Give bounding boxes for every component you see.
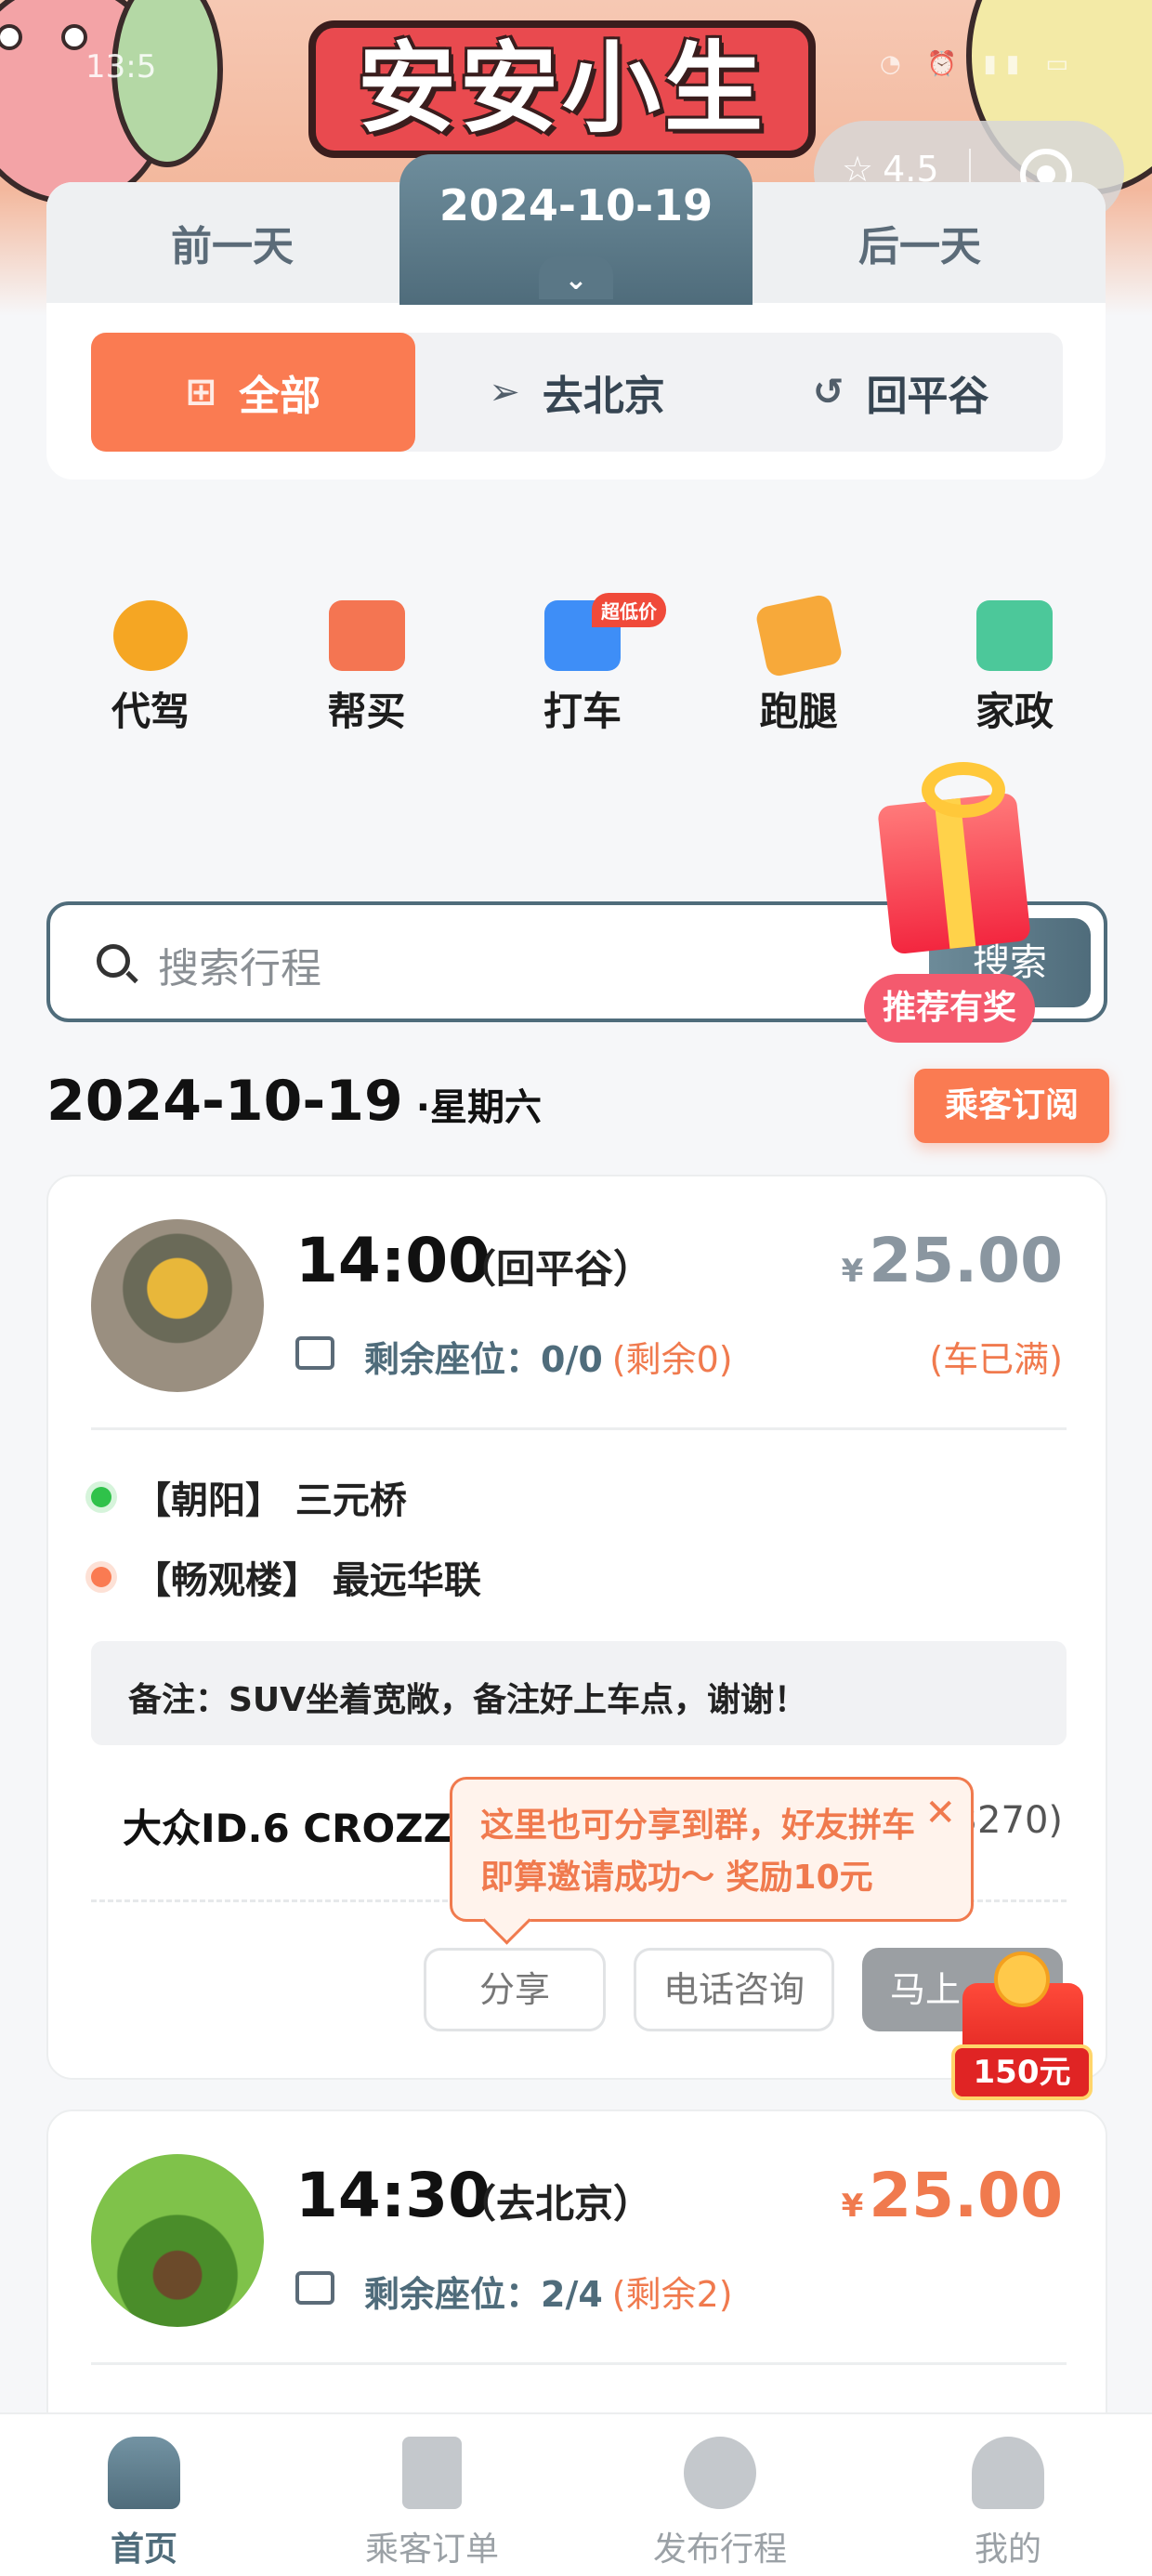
driver-avatar [91,2154,264,2327]
search-input[interactable]: 搜索行程 [158,935,321,994]
low-price-badge: 超低价 [592,593,666,627]
home-icon [108,2437,180,2509]
dropoff-label: 【畅观楼】 最远华联 [134,1559,481,1602]
gift-bow-icon [922,762,1005,818]
user-icon [972,2437,1044,2509]
seat-icon [295,2271,334,2305]
steering-wheel-icon [113,600,188,671]
bottom-tab-bar: 首页 乘客订单 发布行程 我的 [0,2412,1152,2576]
service-label: 家政 [975,689,1054,734]
close-icon[interactable]: ✕ [924,1787,956,1839]
pickup-stop: 【朝阳】 三元桥 [91,1470,407,1524]
heart-hand-icon [753,593,844,678]
seats-remaining: (剩余2) [611,2274,733,2315]
coin-icon [994,1952,1050,2007]
app-title: 安安小生活 [308,20,816,269]
price-value: 25.00 [869,2160,1063,2231]
return-icon: ↺ [812,371,844,414]
currency-symbol: ¥ [841,2188,864,2225]
tab-label: 首页 [110,2530,177,2569]
document-icon [402,2437,462,2509]
current-date-tab[interactable]: 2024-10-19 ⌄ [399,154,753,305]
remaining-seats: 剩余座位：2/4 (剩余2) [364,2266,733,2317]
remaining-seats: 剩余座位：0/0 (剩余0) [364,1331,733,1382]
tab-publish-trip[interactable]: 发布行程 [576,2414,864,2576]
grid-icon: ⊞ [185,371,217,414]
red-packet-reward[interactable]: 150元 [942,1952,1102,2108]
seats-remaining: (剩余0) [611,1339,733,1380]
send-icon: ➢ [489,371,520,414]
trip-note: 备注：SUV坐着宽敞，备注好上车点，谢谢！ [91,1641,1067,1745]
tooltip-line-1: 这里也可分享到群，好友拼车 [480,1807,916,1845]
seat-icon [295,1336,334,1370]
trip-price: ¥25.00 [842,1225,1063,1296]
service-buy-for-me[interactable]: 帮买 [274,600,460,758]
referral-gift[interactable] [866,743,1052,966]
tooltip-line-2: 即算邀请成功～ 奖励10元 [480,1859,873,1897]
chevron-down-icon[interactable]: ⌄ [539,256,613,299]
car-model: 大众ID.6 CROZZ [123,1806,452,1851]
tab-label: 我的 [974,2530,1041,2569]
shop-icon [976,600,1053,671]
seats-label: 剩余座位：0/0 [364,1339,603,1380]
divider [91,1427,1067,1430]
filter-to-pinggu-label: 回平谷 [866,373,989,420]
service-label: 跑腿 [759,689,838,734]
trip-direction: （回平谷） [457,1246,653,1292]
red-packet-amount: 150元 [951,2044,1093,2100]
driver-avatar [91,1219,264,1392]
filter-to-beijing-label: 去北京 [542,373,665,420]
filter-all-label: 全部 [239,373,321,420]
list-date-heading: 2024-10-19 ·星期六 [46,1069,542,1134]
trip-direction: （去北京） [457,2181,653,2227]
service-label: 打车 [543,689,622,734]
search-icon [97,944,130,978]
end-dot-icon [91,1567,111,1587]
trip-status: (车已满) [929,1339,1063,1380]
list-weekday: ·星期六 [415,1086,542,1129]
seats-label: 剩余座位：2/4 [364,2274,603,2315]
referral-reward-label[interactable]: 推荐有奖 [864,974,1035,1043]
driver-icon [684,2437,756,2509]
direction-filter: ⊞ 全部 ➢ 去北京 ↺ 回平谷 [91,333,1063,452]
price-value: 25.00 [869,1225,1063,1296]
tab-passenger-orders[interactable]: 乘客订单 [288,2414,576,2576]
list-date: 2024-10-19 [46,1069,403,1134]
filter-to-beijing[interactable]: ➢ 去北京 [415,333,740,452]
service-label: 帮买 [327,689,406,734]
passenger-subscribe-button[interactable]: 乘客订阅 [914,1069,1109,1143]
service-taxi[interactable]: 超低价 打车 [490,593,675,758]
status-icons: ◔ ⏰ ▮▮ ▭ [879,50,1078,78]
shopping-bag-icon [328,600,405,671]
trip-card[interactable]: 14:00 （回平谷） ¥25.00 剩余座位：0/0 (剩余0) (车已满) 【… [46,1175,1107,2080]
next-day-tab[interactable]: 后一天 [734,182,1106,303]
tab-label: 发布行程 [652,2530,787,2569]
trip-price: ¥25.00 [842,2160,1063,2231]
status-time: 13:5 [85,48,157,85]
share-button[interactable]: 分享 [424,1948,606,2031]
share-tooltip: 这里也可分享到群，好友拼车 即算邀请成功～ 奖励10元 ✕ [450,1777,974,1922]
prev-day-tab[interactable]: 前一天 [46,182,418,303]
service-designated-driver[interactable]: 代驾 [58,600,243,758]
tab-label: 乘客订单 [364,2530,499,2569]
call-button[interactable]: 电话咨询 [634,1948,834,2031]
service-grid: 代驾 帮买 超低价 打车 跑腿 家政 [58,593,1107,758]
current-date-label: 2024-10-19 [439,180,713,230]
start-dot-icon [91,1487,111,1507]
currency-symbol: ¥ [841,1253,864,1290]
service-label: 代驾 [111,689,190,734]
tab-me[interactable]: 我的 [864,2414,1152,2576]
dropoff-stop: 【畅观楼】 最远华联 [91,1550,481,1604]
pickup-label: 【朝阳】 三元桥 [134,1479,407,1522]
filter-to-pinggu[interactable]: ↺ 回平谷 [739,333,1063,452]
tab-home[interactable]: 首页 [0,2414,288,2576]
service-housekeeping[interactable]: 家政 [922,600,1107,758]
filter-all[interactable]: ⊞ 全部 [91,333,415,452]
service-errand[interactable]: 跑腿 [706,593,892,758]
divider [91,2362,1067,2365]
